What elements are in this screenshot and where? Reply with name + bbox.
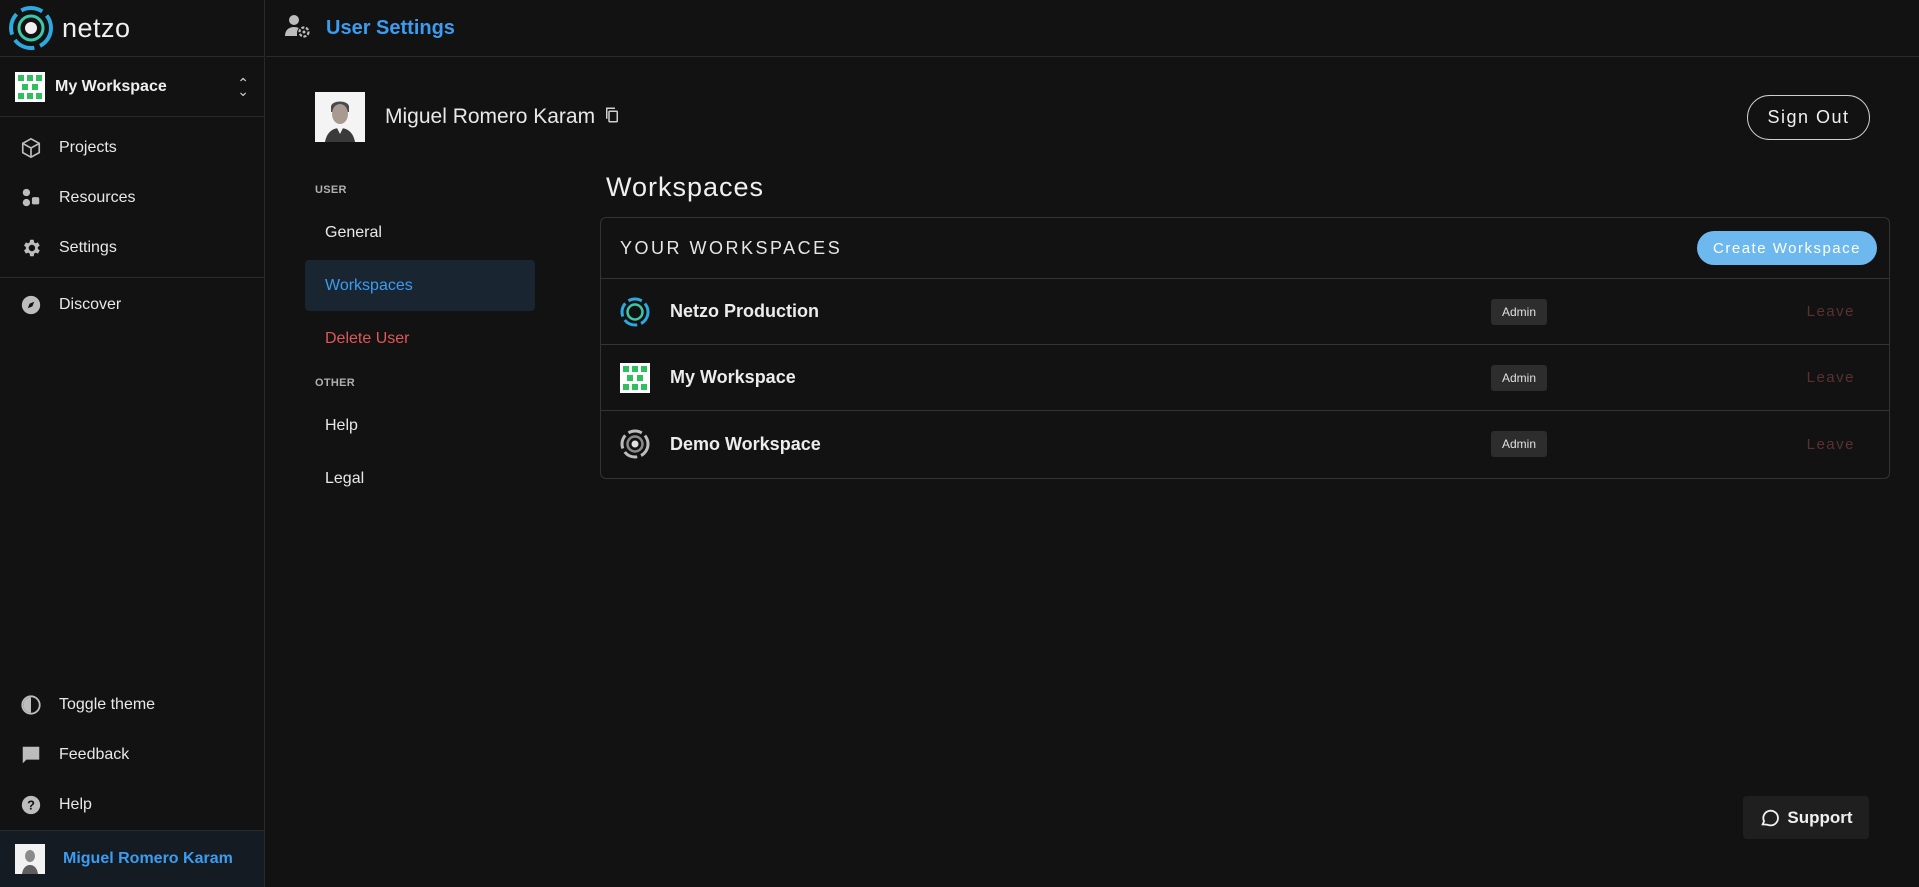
sidebar-secondary-nav: Discover (0, 278, 264, 338)
compass-icon (19, 293, 43, 317)
avatar (15, 844, 45, 874)
section-title: Workspaces (606, 172, 765, 202)
help-circle-icon: ? (19, 793, 43, 817)
demo-workspace-icon (620, 429, 650, 459)
settings-item-workspaces[interactable]: Workspaces (305, 260, 535, 311)
page-header: User Settings (266, 0, 1919, 57)
netzo-logo-icon (9, 6, 53, 50)
section-heading-user: USER (315, 184, 347, 196)
workspace-name: Demo Workspace (670, 433, 821, 454)
page-title: User Settings (326, 16, 455, 39)
sidebar-item-help[interactable]: ? Help (0, 780, 264, 830)
workspace-row[interactable]: Demo Workspace Admin Leave (601, 411, 1889, 477)
sidebar-user-menu[interactable]: Miguel Romero Karam (0, 830, 264, 887)
sidebar-user-name: Miguel Romero Karam (63, 850, 233, 867)
sidebar-item-resources[interactable]: Resources (0, 173, 264, 223)
avatar (315, 92, 365, 142)
create-workspace-button[interactable]: Create Workspace (1697, 231, 1877, 265)
copy-icon[interactable] (603, 106, 621, 129)
contrast-icon (19, 693, 43, 717)
role-badge: Admin (1491, 364, 1548, 391)
workspace-row[interactable]: My Workspace Admin Leave (601, 345, 1889, 411)
workspace-avatar-icon (15, 71, 45, 102)
sidebar-item-toggle-theme[interactable]: Toggle theme (0, 680, 264, 730)
support-button[interactable]: Support (1743, 796, 1869, 839)
sidebar-item-settings[interactable]: Settings (0, 223, 264, 273)
sidebar-item-feedback[interactable]: Feedback (0, 730, 264, 780)
sidebar-item-discover[interactable]: Discover (0, 280, 264, 330)
leave-button[interactable]: Leave (1807, 436, 1855, 453)
settings-menu: USER General Workspaces Delete User OTHE… (305, 175, 535, 506)
logo-text: netzo (62, 12, 131, 43)
sidebar-item-label: Resources (59, 189, 136, 206)
settings-item-help[interactable]: Help (305, 400, 535, 451)
settings-item-delete-user[interactable]: Delete User (305, 313, 535, 364)
sidebar-main-nav: Projects Resources Settings (0, 117, 264, 278)
panel-label: YOUR WORKSPACES (620, 237, 843, 258)
svg-text:?: ? (27, 798, 35, 813)
sidebar-item-label: Settings (59, 239, 117, 256)
sidebar-item-label: Toggle theme (59, 696, 156, 713)
netzo-production-icon (620, 297, 650, 327)
chat-icon (19, 743, 43, 767)
cube-icon (19, 136, 43, 160)
workspaces-panel: YOUR WORKSPACES Create Workspace Netzo P… (600, 217, 1890, 479)
chat-bubble-icon (1761, 809, 1780, 826)
gear-icon (19, 236, 43, 260)
panel-header: YOUR WORKSPACES Create Workspace (601, 218, 1889, 279)
app-logo[interactable]: netzo (0, 0, 264, 57)
settings-item-legal[interactable]: Legal (305, 453, 535, 504)
sidebar-item-projects[interactable]: Projects (0, 123, 264, 173)
sidebar: netzo My Workspace ⌃ ⌄ Projects Resources (0, 0, 265, 887)
workspace-switcher[interactable]: My Workspace ⌃ ⌄ (0, 57, 264, 117)
profile-header: Miguel Romero Karam (315, 92, 621, 142)
sidebar-item-label: Projects (59, 139, 117, 156)
workspace-name: Netzo Production (670, 301, 819, 321)
chevron-up-down-icon: ⌃ ⌄ (237, 74, 249, 99)
support-label: Support (1787, 807, 1853, 827)
workspace-name: My Workspace (55, 77, 167, 95)
sign-out-button[interactable]: Sign Out (1747, 95, 1870, 140)
role-badge: Admin (1491, 431, 1548, 457)
user-settings-icon (284, 12, 312, 45)
sidebar-item-label: Discover (59, 296, 122, 313)
leave-button[interactable]: Leave (1807, 303, 1855, 320)
sidebar-item-label: Help (59, 796, 92, 813)
sidebar-bottom-nav: Toggle theme Feedback ? Help (0, 680, 264, 830)
profile-name: Miguel Romero Karam (385, 105, 596, 128)
section-heading-other: OTHER (315, 377, 355, 389)
sidebar-item-label: Feedback (59, 746, 130, 763)
leave-button[interactable]: Leave (1807, 369, 1855, 386)
workspace-name: My Workspace (670, 367, 796, 387)
my-workspace-icon (620, 362, 650, 393)
role-badge: Admin (1491, 298, 1548, 325)
settings-item-general[interactable]: General (305, 207, 535, 258)
workspace-row[interactable]: Netzo Production Admin Leave (601, 279, 1889, 345)
shapes-icon (19, 186, 43, 210)
